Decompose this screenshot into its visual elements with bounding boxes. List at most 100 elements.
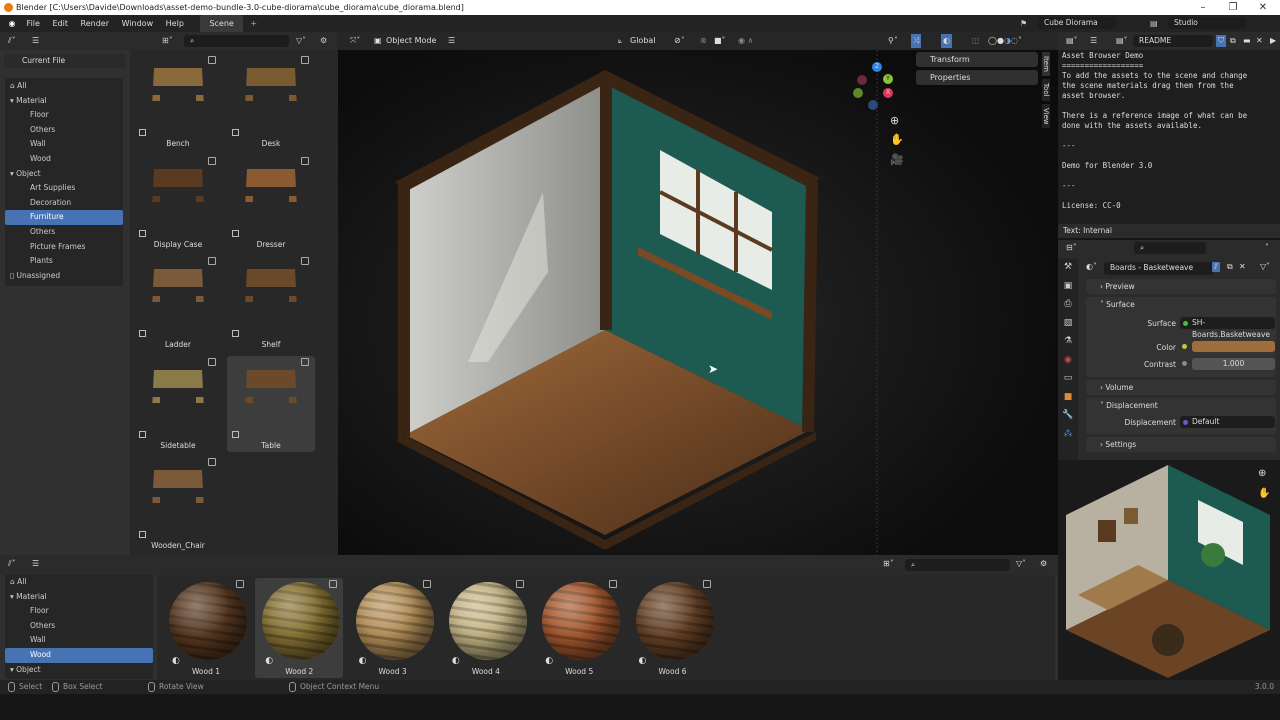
gizmo-neg-z[interactable] [868,100,878,110]
object-mode-dropdown[interactable]: Object Mode [386,32,436,50]
hamburger-menu-icon[interactable]: ☰ [448,32,455,50]
displacement-header[interactable]: ˅ Displacement [1100,398,1276,413]
menu-edit[interactable]: Edit [52,15,68,32]
editor-type-icon[interactable]: ▤˅ [1066,32,1078,50]
properties-search-input[interactable]: ⌕ [1134,242,1206,254]
asset-select-checkbox[interactable] [139,330,146,337]
asset-select-checkbox[interactable] [232,330,239,337]
asset-item[interactable]: Sidetable [134,356,222,452]
camera-view-icon[interactable]: 🎥 [890,153,904,166]
catalog-item-object[interactable]: ▾ Object [5,663,153,678]
gear-icon[interactable]: ⚙ [1040,555,1047,573]
render-tab-icon[interactable]: ▣ [1058,277,1078,296]
snap-target-icon[interactable]: ■˅ [714,32,726,50]
zoom-view-icon[interactable]: ⊕ [1258,468,1266,479]
gizmo-z-axis[interactable]: Z [872,62,882,72]
editor-type-icon[interactable]: ⊟˅ [1066,243,1077,252]
scene-selector[interactable]: Cube Diorama [1038,17,1116,29]
maximize-button[interactable]: ❐ [1218,0,1248,15]
pan-hand-icon[interactable]: ✋ [1258,488,1270,499]
material-asset-item[interactable]: ◐ Wood 5 [535,578,623,678]
catalog-item-others[interactable]: Others [5,123,123,138]
asset-edit-icon[interactable] [236,580,244,588]
catalog-item-material[interactable]: ▾ Material [5,590,153,605]
catalog-item-others[interactable]: Others [5,619,153,634]
menu-window[interactable]: Window [122,15,154,32]
run-script-icon[interactable]: ▶ [1270,32,1276,50]
workspace-tab-scene[interactable]: Scene [200,15,243,32]
asset-mark-icon[interactable]: ⫽ [1212,262,1220,272]
asset-select-checkbox[interactable] [139,430,146,438]
asset-edit-icon[interactable] [208,357,216,366]
asset-item[interactable]: Table [227,355,315,452]
gear-icon[interactable]: ⚙ [320,32,327,50]
settings-section[interactable]: › Settings [1086,437,1276,452]
asset-item[interactable]: Display Case [134,155,222,251]
tool-tab-icon[interactable]: ⚒ [1058,258,1078,277]
object-tab-icon[interactable]: ■ [1058,388,1078,407]
blender-menu-icon[interactable]: ◉ [0,15,24,32]
duplicate-icon[interactable]: ⧉ [1230,32,1236,50]
display-mode-icon[interactable]: ⊞˅ [162,32,173,50]
material-asset-item[interactable]: ◐ Wood 3 [349,578,437,678]
asset-edit-icon[interactable] [208,257,216,265]
properties-panel[interactable]: Properties [916,70,1038,85]
pan-hand-icon[interactable]: ✋ [890,133,904,146]
asset-edit-icon[interactable] [208,156,216,165]
asset-select-checkbox[interactable] [139,531,146,538]
3d-viewport[interactable]: ⤧˅ ▣ Object Mode ☰ ⟀ Global ⊘˅ ⊛ ■˅ ◉ ∧ … [338,32,1058,555]
gizmo-neg-x[interactable] [857,75,867,85]
collection-tab-icon[interactable]: ▭ [1058,369,1078,388]
asset-edit-icon[interactable] [301,56,309,64]
asset-item[interactable]: Ladder [134,255,222,351]
filter-icon[interactable]: ▽˅ [1260,262,1270,271]
filter-icon[interactable]: ▽˅ [1016,555,1026,573]
fake-user-shield-icon[interactable]: ⛉ [1216,35,1226,47]
catalog-item-furniture[interactable]: Furniture [5,210,123,225]
world-tab-icon[interactable]: ◉ [1058,351,1078,370]
menu-help[interactable]: Help [166,15,184,32]
hamburger-menu-icon[interactable]: ☰ [32,555,39,573]
catalog-item-plants[interactable]: Plants [5,254,123,269]
transform-panel[interactable]: Transform [916,52,1038,67]
catalog-item-decoration[interactable]: Decoration [5,196,123,211]
preview-section[interactable]: › Preview [1086,279,1276,294]
color-swatch[interactable] [1192,341,1275,352]
catalog-item-others[interactable]: Others [5,225,123,240]
hamburger-menu-icon[interactable]: ☰ [1090,32,1097,50]
editor-type-icon[interactable]: ⫽˅ [8,555,16,573]
asset-item[interactable]: Bench [134,54,222,150]
visibility-icon[interactable]: ⚲˅ [888,32,898,50]
options-chevron-icon[interactable]: ˅ [1265,243,1269,252]
output-tab-icon[interactable]: ⎙ [1058,295,1078,314]
proportional-edit-icon[interactable]: ◉ ∧ [738,32,753,50]
editor-type-icon[interactable]: ⫽˅ [8,32,16,50]
material-asset-item[interactable]: ◐ Wood 1 [162,578,250,678]
display-mode-icon[interactable]: ⊞˅ [883,555,894,573]
contrast-field[interactable]: 1.000 [1192,358,1275,370]
surface-header[interactable]: ˅ Surface [1100,297,1276,312]
catalog-item-art-supplies[interactable]: Art Supplies [5,181,123,196]
minimize-button[interactable]: – [1188,0,1218,15]
tab-tool[interactable]: Tool [1042,78,1050,101]
text-file-selector[interactable]: README [1133,35,1213,47]
material-sphere-icon[interactable]: ◐˅ [1086,262,1097,271]
modifier-wrench-icon[interactable]: 🔧 [1058,406,1078,425]
asset-edit-icon[interactable] [301,257,309,265]
gizmo-toggle-icon[interactable]: ⤨ [911,34,922,48]
menu-file[interactable]: File [27,15,40,32]
hamburger-menu-icon[interactable]: ☰ [32,32,39,50]
displacement-field[interactable]: Default [1180,416,1275,428]
catalog-item-wood[interactable]: Wood [5,647,153,663]
catalog-item-unassigned[interactable]: ▯ Unassigned [5,269,123,284]
asset-select-checkbox[interactable] [232,229,239,237]
catalog-item-object[interactable]: ▾ Object [5,167,123,182]
library-dropdown[interactable]: Current File [4,54,126,68]
catalog-item-all[interactable]: ⌂ All [5,575,153,590]
asset-select-checkbox[interactable] [232,430,239,438]
transform-orientation-dropdown[interactable]: Global [630,32,656,50]
gizmo-neg-y[interactable] [853,88,863,98]
surface-shader-field[interactable]: SH-Boards.Basketweave [1180,317,1275,339]
asset-edit-icon[interactable] [301,156,309,165]
asset-item[interactable]: Desk [227,54,315,150]
